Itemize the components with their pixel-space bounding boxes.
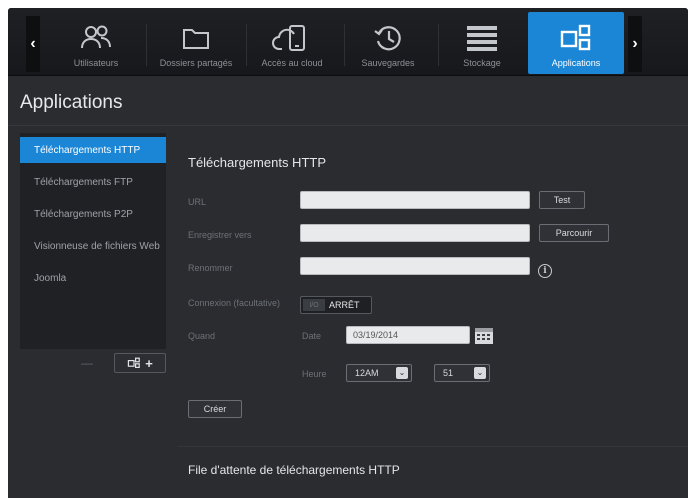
when-label: Quand bbox=[188, 331, 216, 341]
section-divider bbox=[178, 446, 688, 447]
nav-label: Sauvegardes bbox=[361, 58, 415, 68]
rename-label: Renommer bbox=[188, 263, 233, 273]
plus-icon: + bbox=[145, 355, 153, 371]
minute-select[interactable]: 51 ⌄ bbox=[434, 364, 490, 382]
nav-next-arrow[interactable]: › bbox=[628, 16, 642, 72]
toggle-state-text: ARRÊT bbox=[329, 300, 360, 310]
calendar-icon[interactable] bbox=[474, 325, 494, 345]
app-sidebar: Téléchargements HTTP Téléchargements FTP… bbox=[20, 133, 166, 349]
nav-label: Stockage bbox=[463, 58, 501, 68]
users-icon bbox=[76, 20, 116, 56]
nav-label: Accès au cloud bbox=[261, 58, 323, 68]
queue-title: File d'attente de téléchargements HTTP bbox=[188, 463, 400, 477]
hour-value: 12AM bbox=[355, 368, 379, 378]
nav-item-shares[interactable]: Dossiers partagés bbox=[148, 12, 244, 74]
time-label: Heure bbox=[302, 369, 327, 379]
date-label: Date bbox=[302, 331, 322, 341]
nav-item-applications[interactable]: Applications bbox=[528, 12, 624, 74]
toggle-knob: I/O bbox=[303, 299, 325, 311]
save-to-input[interactable] bbox=[300, 224, 530, 242]
info-icon[interactable]: i bbox=[538, 264, 552, 278]
section-title: Téléchargements HTTP bbox=[188, 155, 326, 170]
nav-item-users[interactable]: Utilisateurs bbox=[48, 12, 144, 74]
chevron-down-icon: ⌄ bbox=[396, 367, 408, 379]
hour-select[interactable]: 12AM ⌄ bbox=[346, 364, 412, 382]
sidebar-item-ftp-downloads[interactable]: Téléchargements FTP bbox=[20, 169, 166, 195]
create-button[interactable]: Créer bbox=[188, 400, 242, 418]
header-divider bbox=[8, 125, 688, 126]
auth-toggle[interactable]: I/O ARRÊT bbox=[300, 296, 372, 314]
cloud-device-icon bbox=[272, 20, 312, 56]
sidebar-item-web-file-viewer[interactable]: Visionneuse de fichiers Web bbox=[20, 233, 166, 259]
sidebar-item-http-downloads[interactable]: Téléchargements HTTP bbox=[20, 137, 166, 163]
nav-item-backups[interactable]: Sauvegardes bbox=[340, 12, 436, 74]
nav-label: Applications bbox=[551, 58, 601, 68]
nav-prev-arrow[interactable]: ‹ bbox=[26, 16, 40, 72]
date-input[interactable]: 03/19/2014 bbox=[346, 326, 470, 344]
apps-icon bbox=[128, 357, 141, 368]
url-label: URL bbox=[188, 197, 207, 207]
top-navigation: ‹ Utilisateurs Dossiers partagés Accès a… bbox=[8, 8, 688, 76]
remove-app-button[interactable]: — bbox=[66, 355, 108, 371]
chevron-down-icon: ⌄ bbox=[474, 367, 486, 379]
minute-value: 51 bbox=[443, 368, 454, 378]
auth-label: Connexion (facultative) bbox=[188, 298, 281, 308]
backup-clock-icon bbox=[368, 20, 408, 56]
app-window: ‹ Utilisateurs Dossiers partagés Accès a… bbox=[8, 8, 688, 498]
nav-label: Utilisateurs bbox=[73, 58, 119, 68]
rename-input[interactable] bbox=[300, 257, 530, 275]
sidebar-item-p2p-downloads[interactable]: Téléchargements P2P bbox=[20, 201, 166, 227]
nav-label: Dossiers partagés bbox=[159, 58, 233, 68]
sidebar-tools: — + bbox=[20, 353, 166, 375]
apps-icon bbox=[556, 20, 596, 56]
page-title: Applications bbox=[20, 92, 123, 113]
url-input[interactable] bbox=[300, 191, 530, 209]
nav-separator bbox=[146, 24, 147, 66]
sidebar-item-joomla[interactable]: Joomla bbox=[20, 265, 166, 291]
save-to-label: Enregistrer vers bbox=[188, 230, 252, 240]
add-app-button[interactable]: + bbox=[114, 353, 166, 373]
browse-button[interactable]: Parcourir bbox=[539, 224, 609, 242]
nav-item-cloud-access[interactable]: Accès au cloud bbox=[244, 12, 340, 74]
folder-icon bbox=[176, 20, 216, 56]
storage-stack-icon bbox=[462, 20, 502, 56]
test-button[interactable]: Test bbox=[539, 191, 585, 209]
nav-item-storage[interactable]: Stockage bbox=[434, 12, 530, 74]
